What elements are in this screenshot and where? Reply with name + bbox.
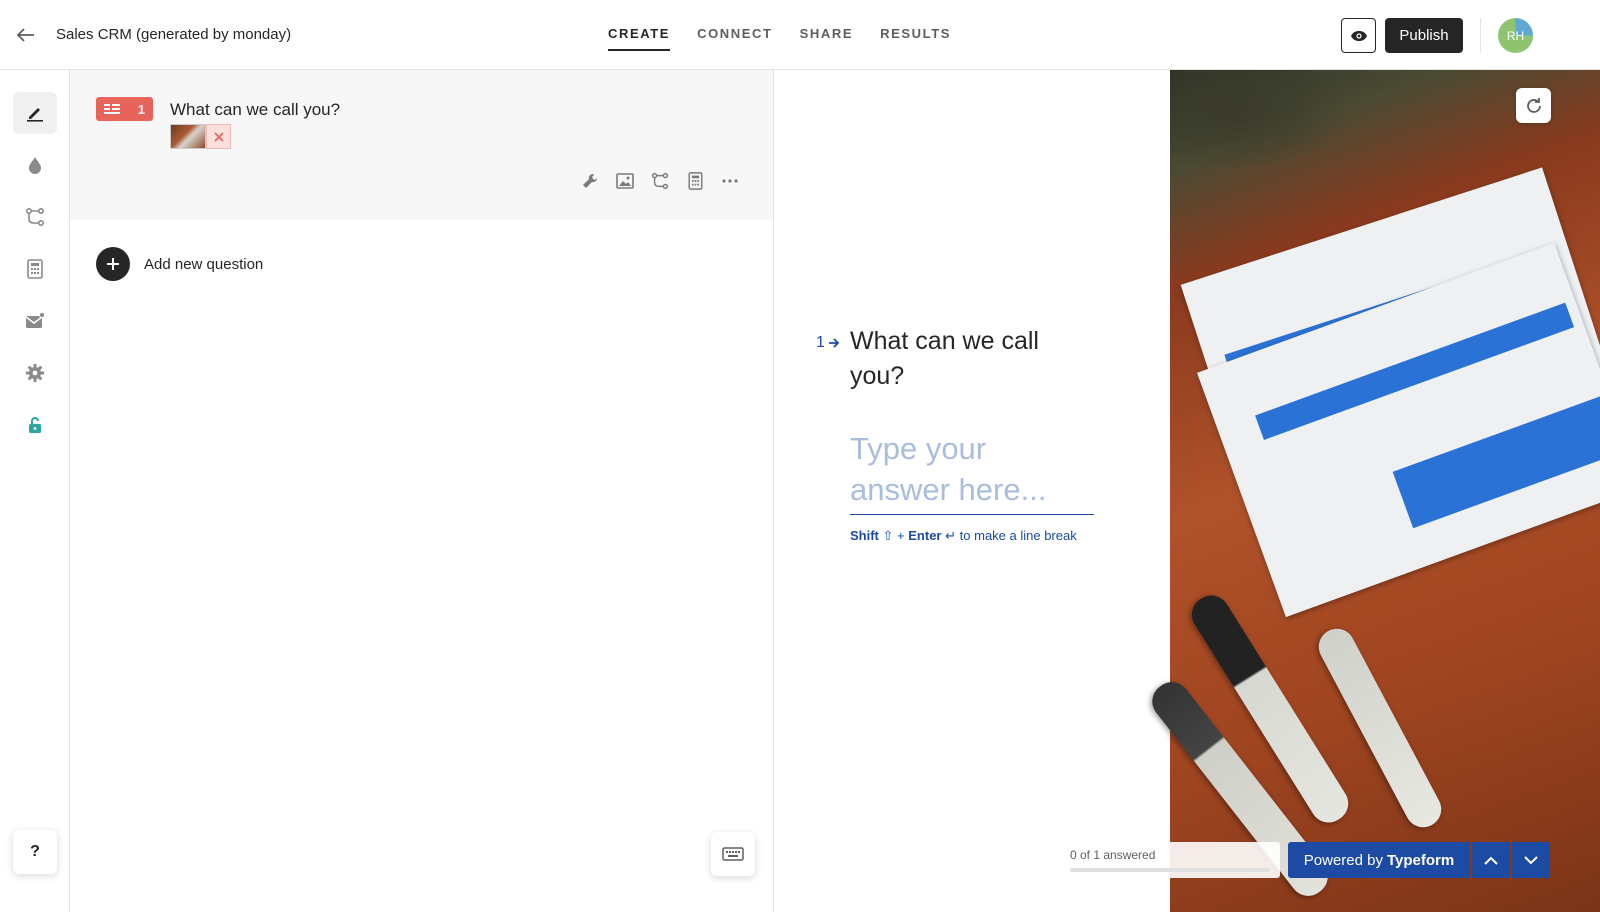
next-question-button[interactable] <box>1512 842 1550 878</box>
image-icon <box>616 173 634 189</box>
question-card[interactable]: 1 What can we call you? <box>70 70 773 220</box>
rail-design-button[interactable] <box>13 144 57 186</box>
tab-connect[interactable]: CONNECT <box>697 26 772 51</box>
refresh-preview-button[interactable] <box>1516 88 1551 123</box>
calculator-icon <box>687 172 703 190</box>
tab-share[interactable]: SHARE <box>800 26 854 51</box>
shift-icon: ⇧ <box>882 528 894 543</box>
question-editor: 1 What can we call you? Add new question <box>70 70 774 912</box>
tab-create[interactable]: CREATE <box>608 26 671 51</box>
preview-question-number: 1 <box>816 334 840 352</box>
form-title[interactable]: Sales CRM (generated by monday) <box>56 26 291 43</box>
preview-answer-input[interactable]: Type your answer here... <box>850 428 1094 515</box>
rail-access-button[interactable] <box>13 404 57 446</box>
keyboard-shortcuts-button[interactable] <box>711 832 755 876</box>
media-thumbnail[interactable] <box>170 124 206 149</box>
logic-icon <box>25 207 45 227</box>
top-bar: Sales CRM (generated by monday) CREATE C… <box>0 0 1600 70</box>
calculator-icon <box>27 259 43 279</box>
media-tool-button[interactable] <box>615 171 635 191</box>
remove-media-button[interactable] <box>206 124 231 149</box>
keyboard-icon <box>722 847 744 861</box>
mail-icon <box>25 312 45 328</box>
arrow-right-icon <box>828 338 840 348</box>
enter-icon: ↵ <box>945 528 957 543</box>
back-arrow-icon[interactable] <box>14 24 38 46</box>
settings-tool-button[interactable] <box>580 171 600 191</box>
question-media <box>170 124 231 149</box>
rail-calculator-button[interactable] <box>13 248 57 290</box>
background-photo <box>1144 70 1600 912</box>
logic-tool-button[interactable] <box>650 171 670 191</box>
card-band <box>1392 393 1600 529</box>
rail-settings-button[interactable] <box>13 352 57 394</box>
line-break-hint: Shift ⇧ + Enter ↵ to make a line break <box>850 528 1077 543</box>
progress-track <box>1070 868 1270 872</box>
preview-question-text: What can we call you? <box>850 327 1039 390</box>
add-question-label: Add new question <box>144 255 264 273</box>
divider <box>1480 18 1481 53</box>
tab-results[interactable]: RESULTS <box>880 26 951 51</box>
add-question-button[interactable]: Add new question <box>96 247 263 281</box>
left-rail: ? <box>0 70 70 912</box>
chevron-up-icon <box>1484 856 1498 865</box>
lock-icon <box>29 417 41 433</box>
typeform-brand: Typeform <box>1386 851 1455 869</box>
help-button[interactable]: ? <box>13 830 57 874</box>
chevron-down-icon <box>1524 855 1538 864</box>
progress-indicator: 0 of 1 answered <box>1070 842 1280 878</box>
publish-button[interactable]: Publish <box>1385 18 1463 53</box>
gear-icon <box>26 364 44 382</box>
rail-content-button[interactable] <box>13 92 57 134</box>
refresh-icon <box>1526 97 1541 113</box>
question-title[interactable]: What can we call you? <box>170 100 340 120</box>
wrench-icon <box>583 173 598 188</box>
question-number: 1 <box>137 101 145 117</box>
plus-icon <box>96 247 130 281</box>
close-icon <box>213 131 224 142</box>
eye-icon <box>1350 30 1367 41</box>
drop-icon <box>29 157 41 174</box>
rail-logic-button[interactable] <box>13 196 57 238</box>
more-icon <box>722 179 738 183</box>
form-preview: 1 What can we call you? Type your answer… <box>774 70 1600 912</box>
pencil-icon <box>27 108 43 122</box>
previous-question-button[interactable] <box>1472 842 1510 878</box>
short-text-icon <box>104 104 120 114</box>
question-type-badge[interactable]: 1 <box>96 97 153 121</box>
avatar[interactable]: RH <box>1498 18 1533 53</box>
question-toolbar <box>580 171 740 191</box>
progress-label: 0 of 1 answered <box>1070 848 1156 862</box>
marker-pen <box>1184 588 1356 830</box>
main-tabs: CREATE CONNECT SHARE RESULTS <box>608 26 978 51</box>
more-options-button[interactable] <box>720 171 740 191</box>
preview-button[interactable] <box>1341 18 1376 53</box>
logic-icon <box>651 172 669 190</box>
powered-by-typeform-button[interactable]: Powered by Typeform <box>1288 842 1470 878</box>
rail-notifications-button[interactable] <box>13 300 57 342</box>
calculator-tool-button[interactable] <box>685 171 705 191</box>
